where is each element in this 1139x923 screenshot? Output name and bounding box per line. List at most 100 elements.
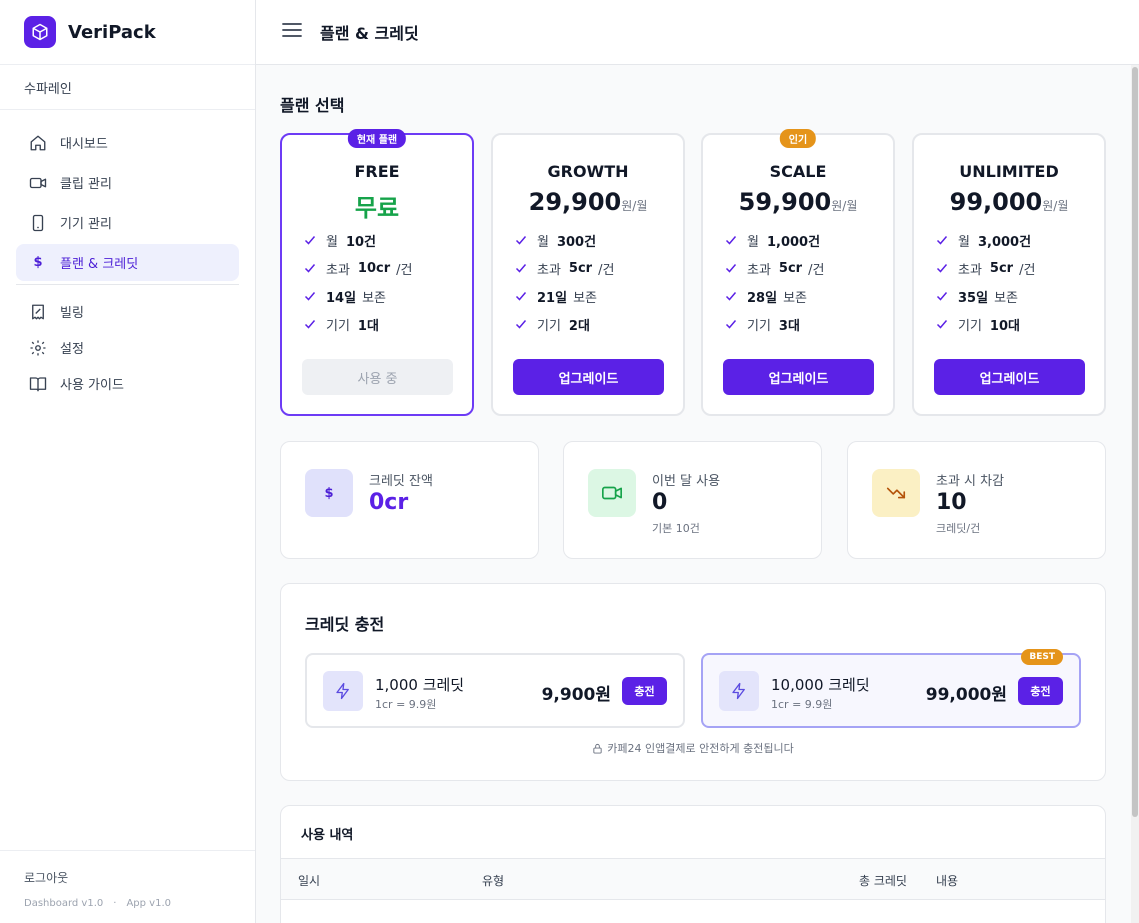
- feature-suffix: 보존: [362, 290, 386, 306]
- feature-retention: 21일 보존: [515, 282, 683, 310]
- plan-name: GROWTH: [547, 162, 629, 181]
- book-icon: [28, 374, 48, 394]
- check-icon: [725, 320, 737, 329]
- plan-features: 월 300건 초과 5cr/건 21일 보존 기기 2대: [493, 226, 683, 338]
- menu-icon[interactable]: [282, 22, 302, 42]
- feature-monthly: 월 3,000건: [936, 226, 1104, 254]
- check-icon: [515, 292, 527, 301]
- charge-button[interactable]: 충전: [1018, 677, 1063, 705]
- check-icon: [304, 320, 316, 329]
- feature-suffix: 보존: [783, 290, 807, 306]
- history-table-header: 일시 유형 총 크레딧 내용: [281, 858, 1105, 900]
- plan-features: 월 3,000건 초과 5cr/건 35일 보존 기기 10대: [914, 226, 1104, 338]
- check-icon: [304, 236, 316, 245]
- receipt-icon: [28, 302, 48, 322]
- check-icon: [515, 236, 527, 245]
- feature-value: 1,000건: [766, 234, 821, 250]
- feature-prefix: 초과: [537, 262, 561, 278]
- nav-item-billing[interactable]: 빌링: [16, 295, 239, 328]
- current-plan-badge: 현재 플랜: [347, 129, 407, 148]
- feature-monthly: 월 10건: [304, 226, 472, 254]
- credit-topup-section: 크레딧 충전 1,000 크레딧 1cr = 9.9원 9,900원 충전 BE…: [280, 583, 1106, 781]
- plan-card-free[interactable]: 현재 플랜 FREE 무료 월 10건 초과 10cr/건 14일 보존 기기 1대 사…: [280, 129, 474, 416]
- brand[interactable]: VeriPack: [0, 0, 255, 65]
- stat-value: 10: [936, 490, 967, 515]
- feature-value: 300건: [556, 234, 597, 250]
- lock-icon: [593, 743, 602, 754]
- feature-prefix: 초과: [958, 262, 982, 278]
- feature-prefix: 월: [537, 234, 549, 250]
- main-content: 플랜 선택 현재 플랜 FREE 무료 월 10건 초과 10cr/건 14일 보존 …: [256, 65, 1131, 923]
- best-badge: BEST: [1021, 649, 1063, 665]
- feature-suffix: /건: [1019, 262, 1036, 278]
- stat-monthly-usage: 이번 달 사용 0 기본 10건: [563, 441, 822, 559]
- stat-label: 크레딧 잔액: [369, 474, 433, 489]
- plan-card-scale[interactable]: 인기 SCALE 59,900원/월 월 1,000건 초과 5cr/건 28일 보존…: [701, 129, 895, 416]
- feature-prefix: 기기: [537, 318, 561, 334]
- plan-price: 59,900원/월: [703, 188, 893, 218]
- nav-item-label: 사용 가이드: [60, 378, 124, 393]
- trending-down-icon: [872, 469, 920, 517]
- dashboard-version: Dashboard v1.0: [24, 898, 104, 909]
- pack-price: 9,900원: [541, 685, 611, 705]
- nav-item-label: 플랜 & 크레딧: [60, 257, 139, 272]
- nav-divider: [16, 284, 239, 285]
- credit-pack-1000[interactable]: 1,000 크레딧 1cr = 9.9원 9,900원 충전: [305, 653, 685, 728]
- nav-item-settings[interactable]: 설정: [16, 331, 239, 364]
- nav-item-plans[interactable]: $ 플랜 & 크레딧: [16, 244, 239, 281]
- feature-value: 1대: [357, 318, 379, 334]
- plan-name: SCALE: [769, 162, 827, 181]
- stat-sub: 기본 10건: [652, 522, 700, 535]
- org-name: 수파레인: [0, 65, 255, 110]
- check-icon: [936, 264, 948, 273]
- feature-value: 35일: [958, 290, 989, 306]
- feature-value: 10건: [345, 234, 377, 250]
- nav-item-dashboard[interactable]: 대시보드: [16, 124, 239, 161]
- feature-value: 10대: [989, 318, 1020, 334]
- scrollbar-thumb[interactable]: [1132, 67, 1138, 817]
- nav-item-clips[interactable]: 클립 관리: [16, 164, 239, 201]
- plan-card-unlimited[interactable]: UNLIMITED 99,000원/월 월 3,000건 초과 5cr/건 35일 보…: [912, 133, 1106, 416]
- feature-devices: 기기 2대: [515, 310, 683, 338]
- main-scrollbar[interactable]: [1131, 65, 1139, 923]
- feature-suffix: /건: [808, 262, 825, 278]
- plan-price-amount: 무료: [354, 194, 400, 222]
- feature-value: 2대: [568, 318, 590, 334]
- check-icon: [936, 236, 948, 245]
- pack-rate: 1cr = 9.9원: [771, 698, 833, 711]
- plan-price-amount: 29,900: [528, 188, 622, 216]
- check-icon: [725, 236, 737, 245]
- check-icon: [725, 264, 737, 273]
- upgrade-button[interactable]: 업그레이드: [934, 359, 1085, 395]
- popular-badge: 인기: [779, 129, 817, 148]
- box-icon: [24, 16, 56, 48]
- lightning-icon: [323, 671, 363, 711]
- feature-prefix: 월: [958, 234, 970, 250]
- in-use-button[interactable]: 사용 중: [302, 359, 453, 395]
- feature-suffix: /건: [598, 262, 615, 278]
- feature-prefix: 월: [747, 234, 759, 250]
- feature-devices: 기기 3대: [725, 310, 893, 338]
- feature-value: 28일: [747, 290, 778, 306]
- page-title: 플랜 & 크레딧: [320, 24, 419, 43]
- upgrade-button[interactable]: 업그레이드: [723, 359, 874, 395]
- nav-item-devices[interactable]: 기기 관리: [16, 204, 239, 241]
- upgrade-button[interactable]: 업그레이드: [513, 359, 664, 395]
- feature-prefix: 기기: [326, 318, 350, 334]
- check-icon: [725, 292, 737, 301]
- check-icon: [304, 264, 316, 273]
- plan-card-growth[interactable]: GROWTH 29,900원/월 월 300건 초과 5cr/건 21일 보존 기기 2…: [491, 133, 685, 416]
- dollar-icon: $: [305, 469, 353, 517]
- nav-item-guide[interactable]: 사용 가이드: [16, 367, 239, 400]
- feature-value: 14일: [326, 290, 357, 306]
- topup-title: 크레딧 충전: [305, 615, 385, 634]
- column-header-type: 유형: [482, 874, 505, 888]
- feature-prefix: 초과: [747, 262, 771, 278]
- video-icon: [588, 469, 636, 517]
- stat-label: 초과 시 차감: [936, 474, 1005, 489]
- sidebar: VeriPack 수파레인 대시보드 클립 관리 기기 관리 $ 플랜 & 크레…: [0, 0, 256, 923]
- charge-button[interactable]: 충전: [622, 677, 667, 705]
- logout-link[interactable]: 로그아웃: [24, 869, 231, 886]
- credit-pack-10000[interactable]: BEST 10,000 크레딧 1cr = 9.9원 99,000원 충전: [701, 649, 1081, 728]
- feature-monthly: 월 1,000건: [725, 226, 893, 254]
